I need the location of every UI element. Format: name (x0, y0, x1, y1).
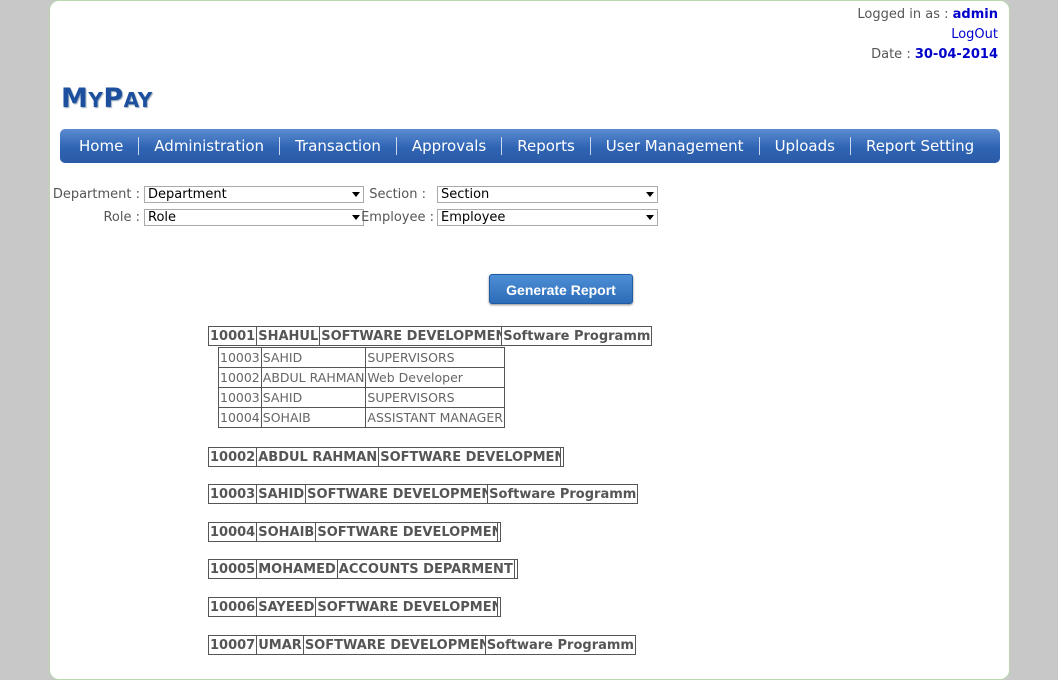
employee-desig-cell: Software Programm (484, 635, 636, 655)
employee-id-cell: 10002 (207, 447, 258, 467)
subordinate-id-cell: 10004 (218, 407, 262, 428)
employee-name-cell: ABDUL RAHMAN (256, 447, 380, 467)
employee-desig-cell (513, 559, 518, 579)
employee-desig-cell (497, 522, 502, 542)
role-select[interactable]: Role (144, 209, 364, 226)
employee-id-cell: 10006 (207, 597, 258, 617)
subordinate-row: 10003 SAHID SUPERVISORS (218, 347, 505, 368)
employee-row: 10003 SAHID SOFTWARE DEVELOPMENT Software P… (207, 484, 639, 504)
chevron-down-icon (646, 215, 654, 220)
subordinate-row: 10002 ABDUL RAHMAN Web Developer (218, 367, 505, 388)
subordinate-name-cell: SAHID (260, 387, 367, 408)
employee-row: 10005 MOHAMED ACCOUNTS DEPARMENT (207, 559, 518, 579)
department-select[interactable]: Department (144, 186, 364, 203)
employee-row: 10007 UMAR SOFTWARE DEVELOPMENT Software Pr… (207, 635, 636, 655)
subordinate-row: 10004 SOHAIB ASSISTANT MANAGER (218, 407, 505, 428)
employee-select[interactable]: Employee (437, 209, 658, 226)
generate-report-button[interactable]: Generate Report (489, 274, 633, 304)
nav-report-setting[interactable]: Report Setting (851, 137, 989, 155)
subordinate-name-cell: SAHID (260, 347, 367, 368)
employee-label: Employee : (361, 210, 434, 225)
subordinate-desig-cell: SUPERVISORS (365, 387, 505, 408)
employee-name-cell: SAYEED (256, 597, 317, 617)
employee-desig-cell (560, 447, 565, 467)
employee-row: 10006 SAYEED SOFTWARE DEVELOPMENT (207, 597, 502, 617)
subordinate-id-cell: 10003 (218, 347, 262, 368)
employee-name-cell: SAHID (256, 484, 307, 504)
nav-approvals[interactable]: Approvals (397, 137, 503, 155)
page-container: Logged in as : admin LogOut Date : 30-04… (49, 0, 1010, 680)
date-line: Date : 30-04-2014 (857, 45, 998, 65)
subordinate-name-cell: ABDUL RAHMAN (260, 367, 367, 388)
employee-row: 10002 ABDUL RAHMAN SOFTWARE DEVELOPMENT (207, 447, 565, 467)
employee-row: 10001 SHAHUL SOFTWARE DEVELOPMENT Software … (207, 326, 653, 346)
subordinate-desig-cell: ASSISTANT MANAGER (365, 407, 505, 428)
employee-dept-cell: ACCOUNTS DEPARMENT (336, 559, 515, 579)
employee-name-cell: UMAR (256, 635, 304, 655)
employee-dept-cell: SOFTWARE DEVELOPMENT (302, 635, 486, 655)
main-navbar: Home Administration Transaction Approval… (60, 129, 1000, 163)
employee-row: 10004 SOHAIB SOFTWARE DEVELOPMENT (207, 522, 502, 542)
employee-dept-cell: SOFTWARE DEVELOPMENT (305, 484, 489, 504)
employee-desig-cell: Software Programm (501, 326, 653, 346)
subordinate-desig-cell: SUPERVISORS (365, 347, 505, 368)
section-label: Section : (369, 187, 426, 202)
logged-in-line: Logged in as : admin (857, 5, 998, 25)
mypay-logo: MYPAY (61, 83, 153, 114)
department-label: Department : (52, 187, 140, 202)
subordinate-row: 10003 SAHID SUPERVISORS (218, 387, 505, 408)
employee-id-cell: 10004 (207, 522, 258, 542)
subordinate-id-cell: 10002 (218, 367, 262, 388)
date-value: 30-04-2014 (914, 47, 998, 62)
nav-user-management[interactable]: User Management (591, 137, 760, 155)
nav-transaction[interactable]: Transaction (280, 137, 397, 155)
employee-id-cell: 10007 (207, 635, 258, 655)
employee-desig-cell: Software Programm (487, 484, 639, 504)
subordinate-id-cell: 10003 (218, 387, 262, 408)
employee-id-cell: 10003 (207, 484, 258, 504)
role-label: Role : (103, 210, 140, 225)
employee-dept-cell: SOFTWARE DEVELOPMENT (315, 597, 499, 617)
nav-home[interactable]: Home (64, 137, 140, 155)
user-info: Logged in as : admin LogOut Date : 30-04… (857, 5, 998, 65)
logout-link[interactable]: LogOut (951, 27, 998, 42)
employee-desig-cell (497, 597, 502, 617)
section-select[interactable]: Section (437, 186, 658, 203)
employee-dept-cell: SOFTWARE DEVELOPMENT (378, 447, 562, 467)
subordinate-table: 10003 SAHID SUPERVISORS 10002 ABDUL RAHMAN We… (218, 347, 505, 428)
subordinate-desig-cell: Web Developer (365, 367, 505, 388)
employee-name-cell: SHAHUL (256, 326, 321, 346)
employee-id-cell: 10001 (207, 326, 258, 346)
chevron-down-icon (646, 192, 654, 197)
nav-uploads[interactable]: Uploads (760, 137, 851, 155)
nav-reports[interactable]: Reports (502, 137, 591, 155)
employee-dept-cell: SOFTWARE DEVELOPMENT (319, 326, 503, 346)
username: admin (952, 7, 998, 22)
subordinate-name-cell: SOHAIB (260, 407, 367, 428)
employee-name-cell: MOHAMED (256, 559, 338, 579)
logged-in-label: Logged in as : (857, 7, 949, 22)
nav-administration[interactable]: Administration (139, 137, 281, 155)
date-label: Date : (871, 47, 911, 62)
employee-name-cell: SOHAIB (256, 522, 317, 542)
employee-dept-cell: SOFTWARE DEVELOPMENT (315, 522, 499, 542)
employee-id-cell: 10005 (207, 559, 258, 579)
